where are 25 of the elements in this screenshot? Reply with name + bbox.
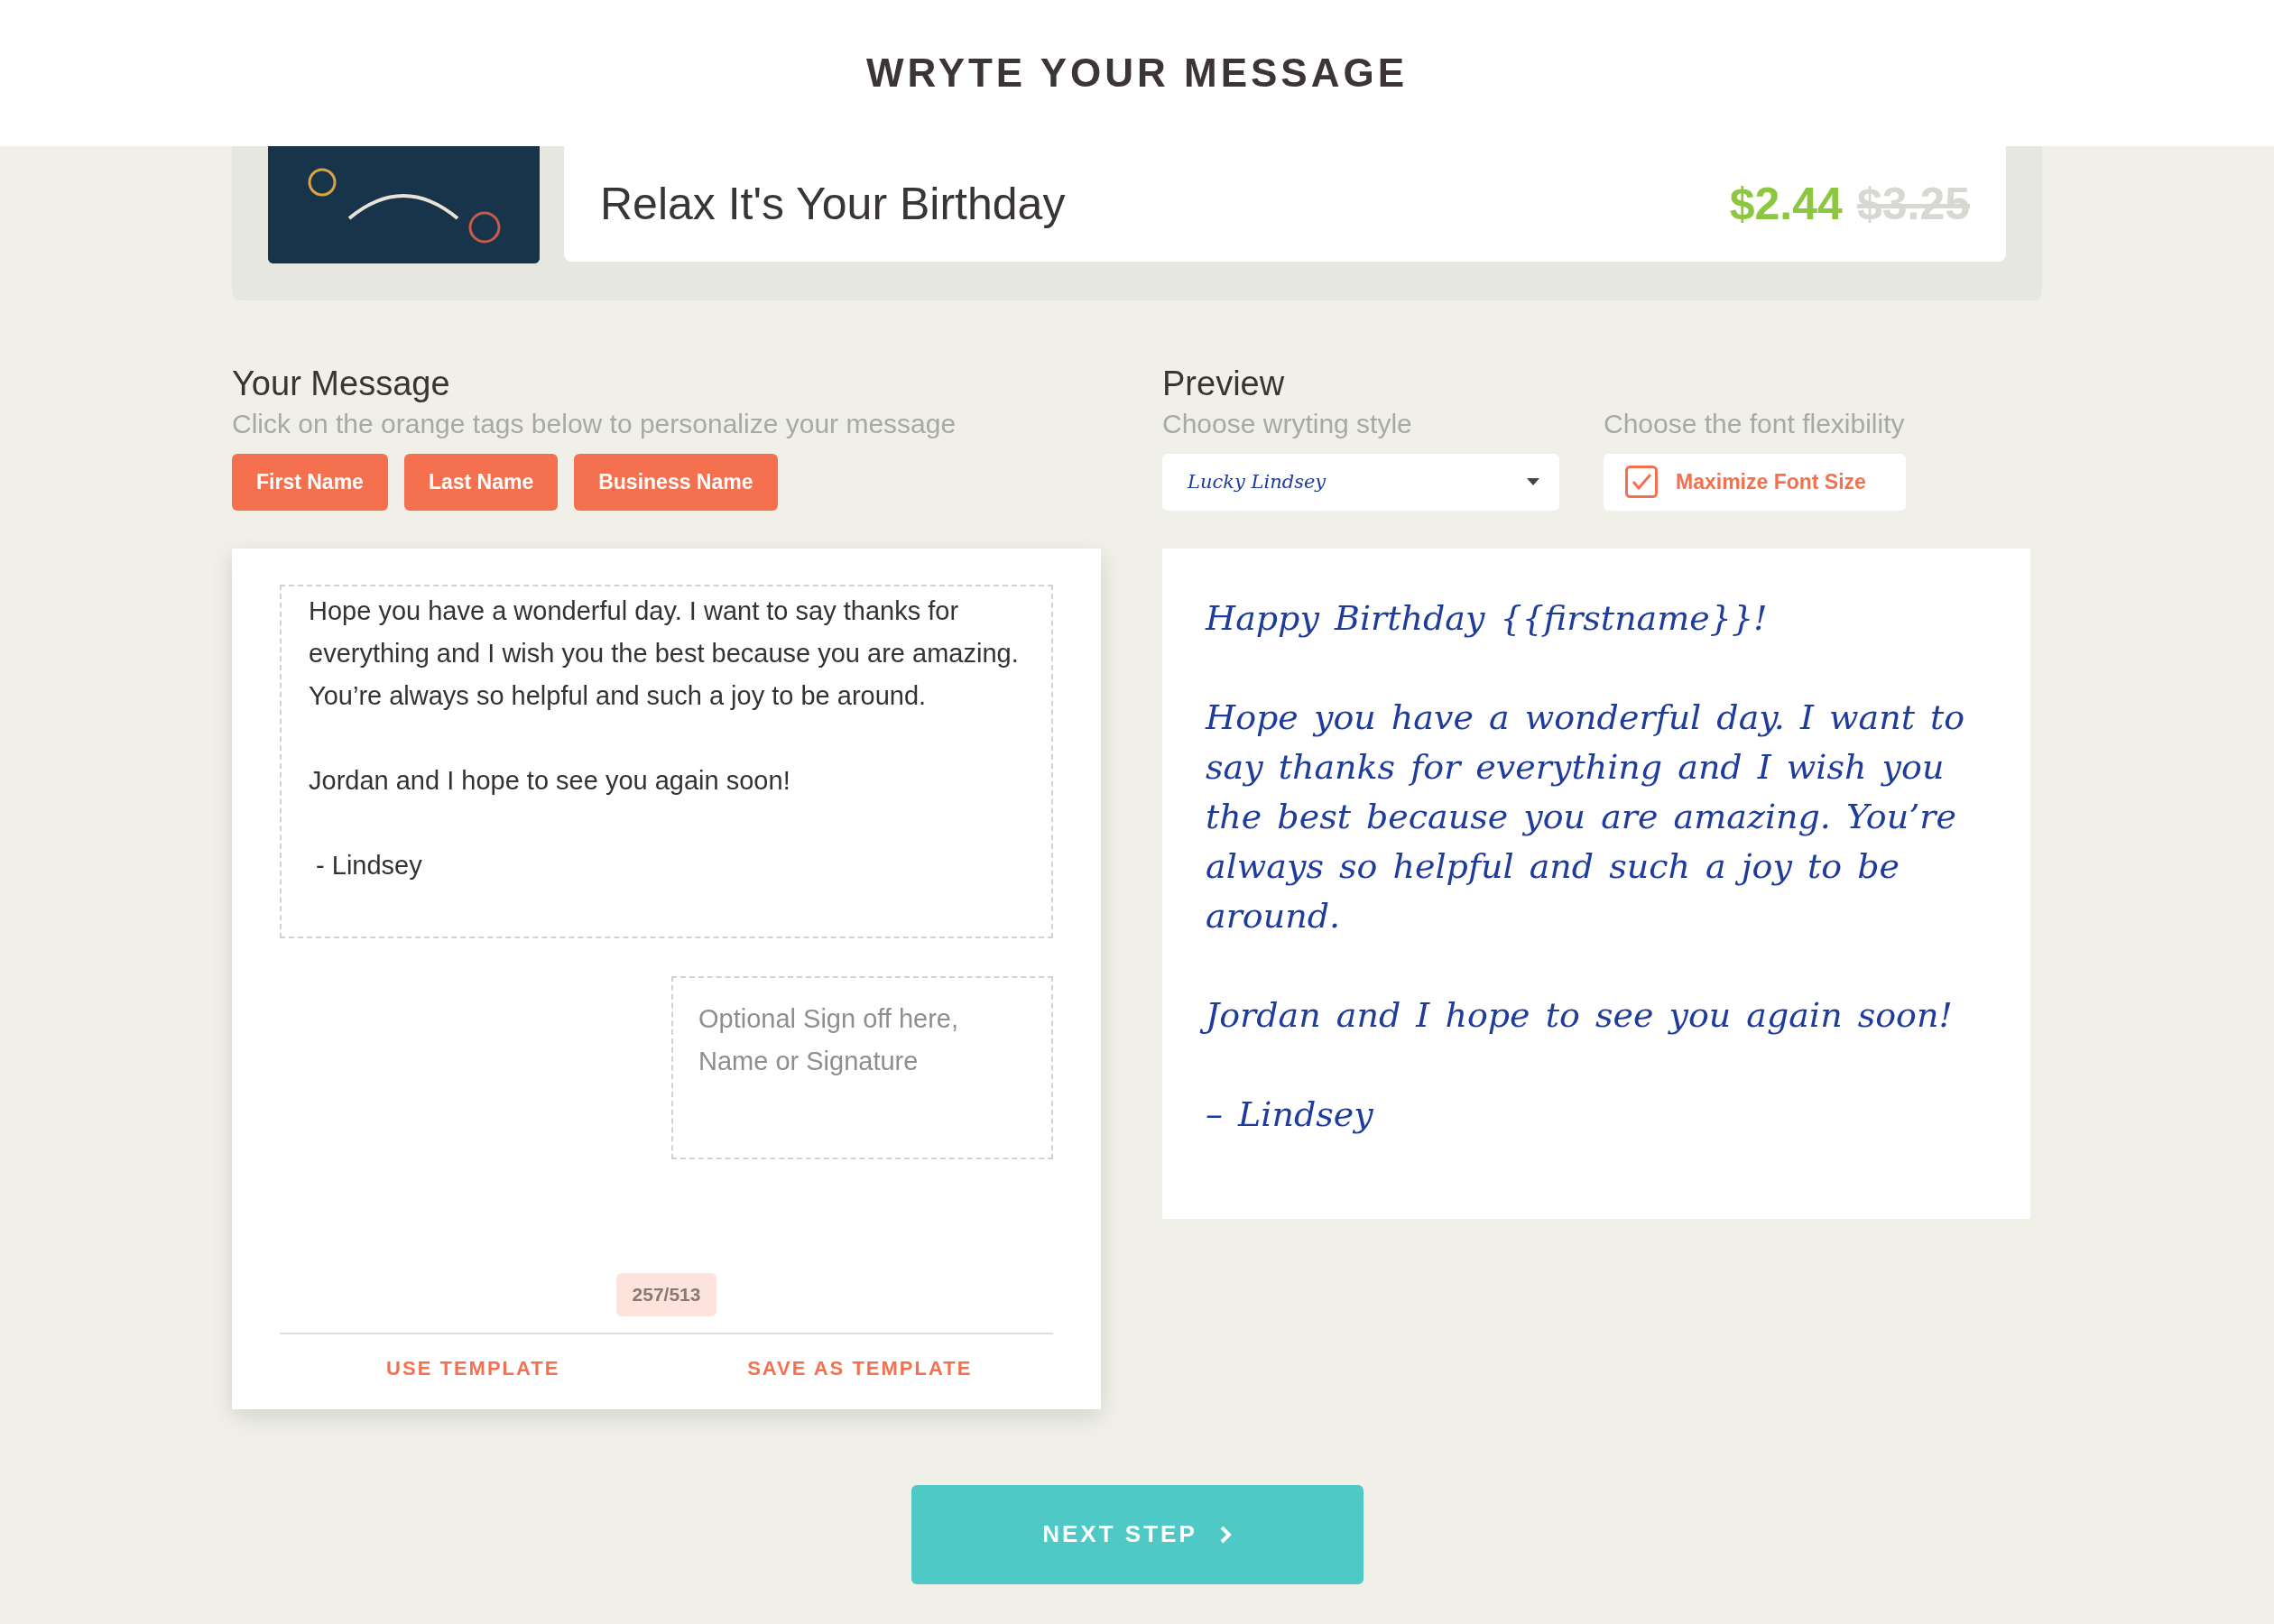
preview-text: – Lindsey — [1205, 1093, 1374, 1136]
preview-text: Hope you have a wonderful day. I want to say thanks for everything and I wish you the best because you are amazing. You’re always so helpful and such a joy to be around. — [1204, 696, 1966, 937]
section-heading: Preview — [1162, 364, 1286, 404]
signoff-field[interactable]: Optional Sign off here, Name or Signature — [671, 975, 1053, 1159]
field-label: Choose the font flexibility — [1604, 408, 1906, 439]
section-hint: Click on the orange tags below to personalize your message — [232, 408, 957, 439]
maximize-checkbox[interactable]: Maximize Font Size — [1604, 453, 1906, 511]
template-link[interactable]: SAVE AS TEMPLATE — [742, 1355, 978, 1381]
preview-text: Happy Birthday {{firstname}}! — [1204, 596, 1769, 640]
product-title: Relax It's Your Birthday — [600, 178, 1066, 230]
message-field[interactable]: Hope you have a wonderful day. I want to say thanks for everything and I wish you the best because you are amazing. You’re always so helpful and such a joy to be around. Jordan and I hope to see you again soon! - Lindsey — [280, 584, 1053, 938]
caret-icon — [1527, 478, 1539, 486]
style-dropdown[interactable]: Lucky Lindsey — [1162, 453, 1559, 511]
page-title: WRYTE YOUR MESSAGE — [865, 51, 1409, 96]
tag-button[interactable]: Last Name — [403, 453, 559, 511]
preview-text: Jordan and I hope to see you again soon! — [1198, 990, 1994, 1040]
tag-button[interactable]: First Name — [232, 453, 388, 511]
next-step-button[interactable]: NEXT STEP — [911, 1484, 1363, 1584]
character-counter: 257/513 — [615, 1272, 717, 1316]
template-link[interactable]: USE TEMPLATE — [381, 1355, 566, 1381]
chevron-icon — [1218, 1524, 1232, 1545]
section-heading: Your Message — [232, 364, 451, 404]
tag-button[interactable]: Business Name — [574, 453, 778, 511]
field-label: Choose wryting style — [1162, 408, 1413, 439]
sale-price: $2.44 — [1729, 178, 1843, 230]
